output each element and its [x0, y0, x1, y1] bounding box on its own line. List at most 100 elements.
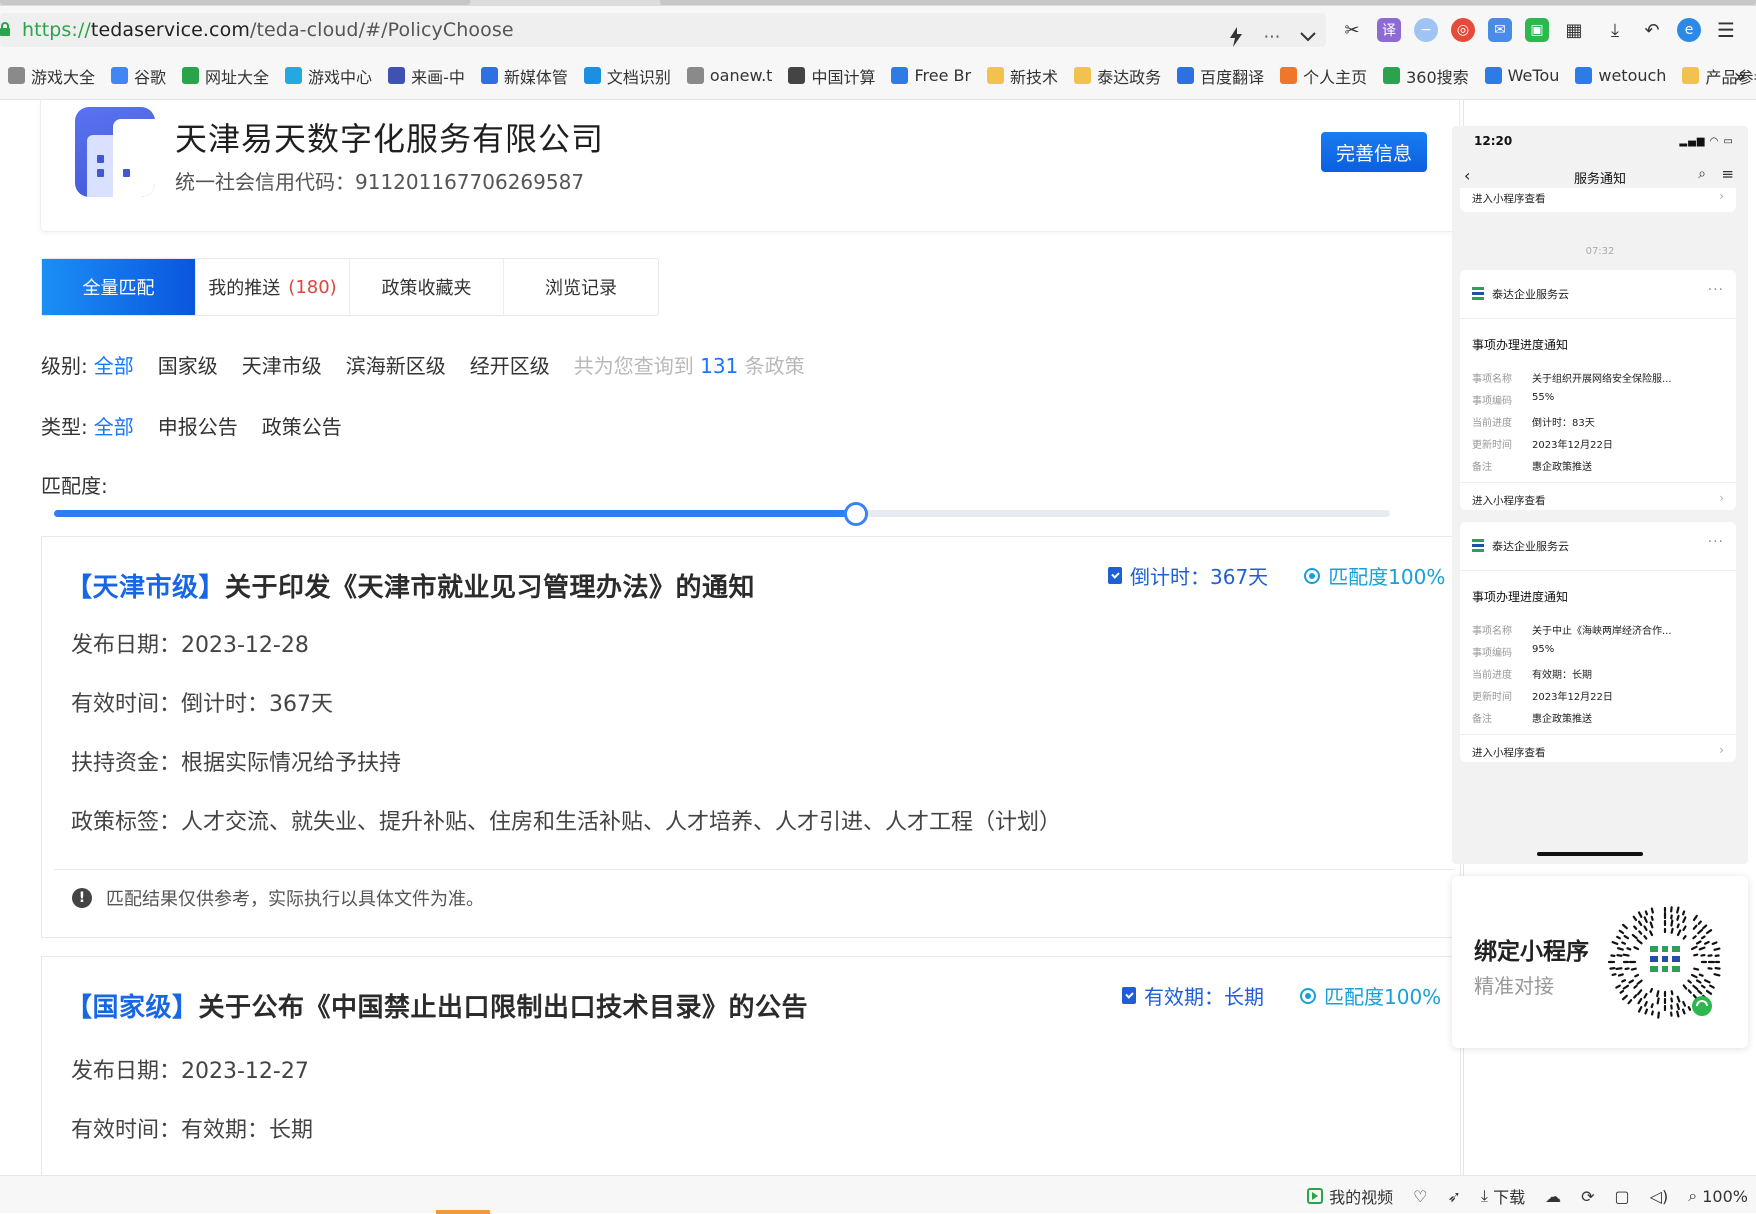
publish-date: 发布日期：2023-12-28 [71, 627, 309, 659]
policy-meta: 倒计时：367天 匹配度100% [1108, 561, 1445, 590]
tab-history[interactable]: 浏览记录 [504, 259, 658, 315]
phone-signal-icon: ▂▄▆ ◠ ▭ [1679, 136, 1734, 147]
policy-page: 天津易天数字化服务有限公司 统一社会信用代码：91120116770626958… [0, 100, 1464, 1175]
mini-program-title: 绑定小程序 [1474, 932, 1589, 966]
tab-my-push[interactable]: 我的推送(180) [196, 259, 350, 315]
lightning-icon[interactable] [1223, 24, 1249, 50]
bookmark-item[interactable]: oanew.t [687, 66, 773, 85]
bookmark-item[interactable]: 游戏中心 [285, 64, 372, 88]
k-icon [1280, 67, 1297, 84]
bookmark-item[interactable]: 新媒体管 [481, 64, 568, 88]
valid-time: 有效时间：倒计时：367天 [71, 686, 333, 718]
type-option-declaration[interactable]: 申报公告 [158, 411, 238, 440]
bookmark-item[interactable]: 个人主页 [1280, 64, 1367, 88]
phone-notification-card[interactable]: 泰达企业服务云 ··· 事项办理进度通知 事项名称关于中止《海峡两岸经济合作..… [1460, 522, 1736, 762]
valid-time: 有效时间：有效期：长期 [71, 1112, 313, 1144]
company-name: 天津易天数字化服务有限公司 [175, 114, 604, 160]
bookmarks-more-icon[interactable]: » [1734, 64, 1746, 88]
bookmark-item[interactable]: 网址大全 [182, 64, 269, 88]
policy-level: 【国家级】 [66, 993, 199, 1023]
funding: 扶持资金：根据实际情况给予扶持 [71, 745, 401, 777]
heart-icon[interactable]: ♡ [1413, 1187, 1427, 1206]
divider [54, 869, 1454, 870]
sound-icon[interactable]: ◁) [1650, 1187, 1669, 1206]
phone-top-link-card[interactable]: 进入小程序查看› [1460, 188, 1736, 212]
eye-icon [788, 67, 805, 84]
bookmark-item[interactable]: 谷歌 [111, 64, 166, 88]
bookmark-item[interactable]: 游戏大全 [8, 64, 95, 88]
tab-favorites[interactable]: 政策收藏夹 [350, 259, 504, 315]
level-option-all[interactable]: 全部 [94, 350, 134, 379]
policy-match: 匹配度100% [1304, 561, 1445, 590]
menu-icon[interactable]: ☰ [1714, 18, 1738, 42]
minus-icon[interactable]: − [1414, 18, 1438, 42]
more-icon[interactable]: ··· [1708, 282, 1724, 298]
policy-card[interactable]: 【国家级】关于公布《中国禁止出口限制出口技术目录》的公告 有效期：长期 匹配度1… [41, 956, 1461, 1175]
policy-title[interactable]: 【天津市级】关于印发《天津市就业见习管理办法》的通知 [66, 567, 755, 604]
download-icon[interactable]: ⤓ [1603, 18, 1627, 42]
chevron-down-icon[interactable] [1295, 24, 1321, 50]
phone-notification-card[interactable]: 泰达企业服务云 ··· 事项办理进度通知 事项名称关于组织开展网络安全保险服..… [1460, 270, 1736, 510]
level-option-national[interactable]: 国家级 [158, 350, 218, 379]
bookmark-item[interactable]: WeTou [1485, 66, 1560, 85]
weibo-icon[interactable]: ◎ [1451, 18, 1475, 42]
policy-card[interactable]: 【天津市级】关于印发《天津市就业见习管理办法》的通知 倒计时：367天 匹配度1… [41, 536, 1461, 938]
complete-info-button[interactable]: 完善信息 [1321, 132, 1427, 172]
phone-status-bar: 12:20 ▂▄▆ ◠ ▭ [1452, 126, 1748, 156]
bookmark-item[interactable]: 泰达政务 [1074, 64, 1161, 88]
bookmark-item[interactable]: Free Br [891, 66, 971, 85]
result-summary: 共为您查询到 131 条政策 [574, 350, 805, 379]
zoom-control[interactable]: ⌕ 100% [1688, 1186, 1748, 1206]
policy-countdown: 倒计时：367天 [1108, 561, 1268, 590]
undo-icon[interactable]: ↶ [1640, 18, 1664, 42]
tab-full-match[interactable]: 全量匹配 [42, 259, 196, 315]
url-field[interactable]: https://tedaservice.com/teda-cloud/#/Pol… [0, 13, 1326, 47]
laihua-icon [388, 67, 405, 84]
mail-icon[interactable]: ✉ [1488, 18, 1512, 42]
type-option-policy[interactable]: 政策公告 [262, 411, 342, 440]
url-text[interactable]: https://tedaservice.com/teda-cloud/#/Pol… [22, 19, 514, 41]
window-icon[interactable]: ▢ [1615, 1187, 1630, 1206]
open-mini-program-link[interactable]: 进入小程序查看› [1460, 484, 1736, 514]
search-icon[interactable]: ⌕ [1698, 166, 1706, 182]
scissors-icon[interactable]: ✂ [1340, 18, 1364, 42]
folder-icon [1074, 67, 1091, 84]
mini-program-qr-code[interactable] [1606, 896, 1724, 1028]
translate-icon[interactable]: 译 [1377, 18, 1401, 42]
rocket-icon[interactable]: ➶ [1448, 1187, 1461, 1206]
calendar-check-icon [1108, 567, 1122, 584]
bookmark-item[interactable]: 360搜索 [1383, 64, 1469, 88]
refresh-icon[interactable]: ⟳ [1581, 1187, 1594, 1206]
bookmark-item[interactable]: 来画-中 [388, 64, 465, 88]
my-video-button[interactable]: 我的视频 [1307, 1184, 1393, 1208]
match-degree-slider[interactable] [54, 502, 1390, 526]
download-button[interactable]: ⤓ 下载 [1481, 1184, 1525, 1208]
open-mini-program-link[interactable]: 进入小程序查看› [1460, 736, 1736, 766]
type-option-all[interactable]: 全部 [94, 411, 134, 440]
level-option-kaifaqu[interactable]: 经开区级 [470, 350, 550, 379]
browser-logo-icon[interactable]: e [1677, 18, 1701, 42]
more-icon[interactable]: ··· [1708, 534, 1724, 550]
bookmark-item[interactable]: 中国计算 [788, 64, 875, 88]
lock-icon [0, 22, 10, 36]
google-icon [111, 67, 128, 84]
apps-icon[interactable]: ▦ [1562, 18, 1586, 42]
cloud-icon[interactable]: ☁ [1545, 1187, 1561, 1206]
calendar-check-icon [1122, 987, 1136, 1004]
mini-program-card[interactable]: 绑定小程序 精准对接 [1452, 876, 1748, 1048]
level-option-tianjin[interactable]: 天津市级 [242, 350, 322, 379]
bookmark-item[interactable]: wetouch [1575, 66, 1666, 85]
menu-icon[interactable]: ≡ [1721, 165, 1734, 183]
browser-tab[interactable] [660, 0, 1756, 5]
bookmark-item[interactable]: 百度翻译 [1177, 64, 1264, 88]
bookmark-item[interactable]: 新技术 [987, 64, 1058, 88]
more-icon[interactable]: ⋯ [1259, 24, 1285, 50]
level-option-binhai[interactable]: 滨海新区级 [346, 350, 446, 379]
slider-handle[interactable] [844, 502, 868, 526]
bookmark-item[interactable]: 文档识别 [584, 64, 671, 88]
folder-icon [1682, 67, 1699, 84]
browser-tab[interactable] [0, 0, 470, 5]
wechat-icon[interactable]: ▣ [1525, 18, 1549, 42]
policy-title[interactable]: 【国家级】关于公布《中国禁止出口限制出口技术目录》的公告 [66, 987, 808, 1024]
target-icon [1300, 988, 1316, 1004]
